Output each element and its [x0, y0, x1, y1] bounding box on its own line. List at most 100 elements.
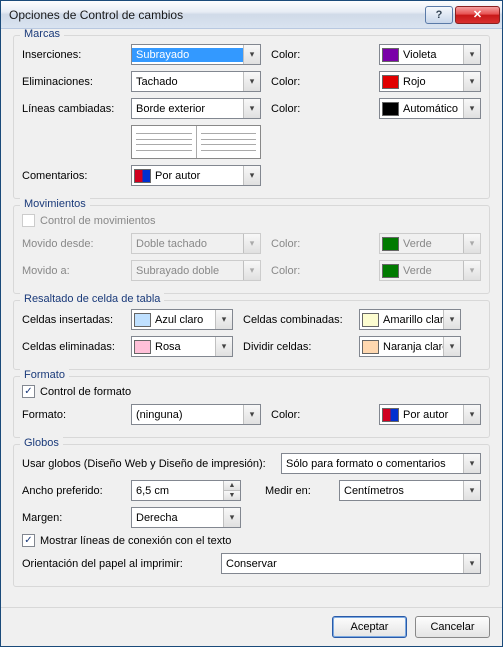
formato-color-select[interactable]: Por autor — [379, 404, 481, 425]
usar-globos-select[interactable]: Sólo para formato o comentarios — [281, 453, 481, 474]
color-label: Color: — [271, 76, 309, 88]
spinner-arrows[interactable]: ▲▼ — [223, 481, 240, 500]
celdas-insertadas-select[interactable]: Azul claro — [131, 309, 233, 330]
chevron-down-icon — [243, 261, 260, 280]
mostrar-lineas-checkbox[interactable]: ✓ — [22, 534, 35, 547]
celdas-insertadas-label: Celdas insertadas: — [22, 314, 127, 326]
color-swatch — [362, 340, 379, 354]
chevron-down-icon — [223, 508, 240, 527]
group-formato: Formato ✓ Control de formato Formato: (n… — [13, 376, 490, 438]
usar-globos-label: Usar globos (Diseño Web y Diseño de impr… — [22, 458, 277, 470]
formato-label: Formato: — [22, 409, 127, 421]
comentarios-label: Comentarios: — [22, 170, 127, 182]
margen-select[interactable]: Derecha — [131, 507, 241, 528]
control-formato-label: Control de formato — [40, 386, 131, 398]
chevron-down-icon — [243, 405, 260, 424]
celdas-eliminadas-select[interactable]: Rosa — [131, 336, 233, 357]
movido-desde-select: Doble tachado — [131, 233, 261, 254]
dialog-window: Opciones de Control de cambios ? ✕ Marca… — [0, 0, 503, 647]
control-movimientos-checkbox[interactable] — [22, 214, 35, 227]
margen-label: Margen: — [22, 512, 127, 524]
celdas-combinadas-select[interactable]: Amarillo claro — [359, 309, 461, 330]
lines-preview — [131, 125, 261, 159]
orientacion-select[interactable]: Conservar — [221, 553, 481, 574]
content-area: Marcas Inserciones: Subrayado Color: Vio… — [1, 29, 502, 607]
medir-select[interactable]: Centímetros — [339, 480, 481, 501]
movido-a-label: Movido a: — [22, 265, 127, 277]
chevron-down-icon — [463, 405, 480, 424]
group-title: Resaltado de celda de tabla — [20, 293, 164, 305]
cancel-button[interactable]: Cancelar — [415, 616, 490, 638]
ancho-spinner[interactable]: 6,5 cm ▲▼ — [131, 480, 241, 501]
chevron-down-icon — [243, 166, 260, 185]
chevron-down-icon — [463, 454, 480, 473]
chevron-down-icon — [243, 45, 260, 64]
dividir-celdas-label: Dividir celdas: — [243, 341, 355, 353]
chevron-down-icon — [463, 261, 480, 280]
orientacion-label: Orientación del papel al imprimir: — [22, 558, 217, 570]
chevron-down-icon — [463, 99, 480, 118]
color-swatch — [382, 237, 399, 251]
color-swatch — [134, 169, 151, 183]
ok-button[interactable]: Aceptar — [332, 616, 407, 638]
inserciones-color-select[interactable]: Violeta — [379, 44, 481, 65]
color-swatch — [134, 313, 151, 327]
group-title: Globos — [20, 437, 63, 449]
color-label: Color: — [271, 103, 309, 115]
chevron-down-icon — [243, 99, 260, 118]
color-label: Color: — [271, 238, 309, 250]
eliminaciones-select[interactable]: Tachado — [131, 71, 261, 92]
lineas-select[interactable]: Borde exterior — [131, 98, 261, 119]
color-swatch — [382, 264, 399, 278]
color-swatch — [134, 340, 151, 354]
eliminaciones-color-select[interactable]: Rojo — [379, 71, 481, 92]
movido-desde-label: Movido desde: — [22, 238, 127, 250]
group-tabla: Resaltado de celda de tabla Celdas inser… — [13, 300, 490, 370]
chevron-down-icon — [443, 337, 460, 356]
chevron-down-icon — [243, 72, 260, 91]
comentarios-select[interactable]: Por autor — [131, 165, 261, 186]
chevron-down-icon — [463, 234, 480, 253]
celdas-eliminadas-label: Celdas eliminadas: — [22, 341, 127, 353]
movido-a-color-select: Verde — [379, 260, 481, 281]
celdas-combinadas-label: Celdas combinadas: — [243, 314, 355, 326]
group-title: Marcas — [20, 29, 64, 40]
inserciones-select[interactable]: Subrayado — [131, 44, 261, 65]
control-formato-checkbox[interactable]: ✓ — [22, 385, 35, 398]
chevron-down-icon — [215, 337, 232, 356]
color-swatch — [362, 313, 379, 327]
titlebar[interactable]: Opciones de Control de cambios ? ✕ — [1, 1, 502, 29]
close-button[interactable]: ✕ — [455, 6, 500, 24]
color-swatch — [382, 48, 399, 62]
chevron-down-icon — [463, 554, 480, 573]
dividir-celdas-select[interactable]: Naranja claro — [359, 336, 461, 357]
color-swatch — [382, 75, 399, 89]
chevron-down-icon — [443, 310, 460, 329]
help-button[interactable]: ? — [425, 6, 453, 24]
group-marcas: Marcas Inserciones: Subrayado Color: Vio… — [13, 35, 490, 199]
chevron-down-icon — [215, 310, 232, 329]
movido-desde-color-select: Verde — [379, 233, 481, 254]
footer: Aceptar Cancelar — [1, 607, 502, 646]
chevron-down-icon — [243, 234, 260, 253]
group-title: Formato — [20, 369, 69, 381]
formato-select[interactable]: (ninguna) — [131, 404, 261, 425]
chevron-down-icon — [463, 72, 480, 91]
group-globos: Globos Usar globos (Diseño Web y Diseño … — [13, 444, 490, 587]
lineas-label: Líneas cambiadas: — [22, 103, 127, 115]
chevron-down-icon — [463, 45, 480, 64]
group-title: Movimientos — [20, 198, 90, 210]
group-movimientos: Movimientos Control de movimientos Movid… — [13, 205, 490, 294]
color-swatch — [382, 102, 399, 116]
movido-a-select: Subrayado doble — [131, 260, 261, 281]
mostrar-lineas-label: Mostrar líneas de conexión con el texto — [40, 535, 231, 547]
color-label: Color: — [271, 49, 309, 61]
title-text: Opciones de Control de cambios — [9, 8, 423, 22]
control-movimientos-label: Control de movimientos — [40, 215, 156, 227]
lineas-color-select[interactable]: Automático — [379, 98, 481, 119]
medir-label: Medir en: — [265, 485, 335, 497]
color-swatch — [382, 408, 399, 422]
chevron-down-icon — [463, 481, 480, 500]
inserciones-label: Inserciones: — [22, 49, 127, 61]
color-label: Color: — [271, 409, 309, 421]
